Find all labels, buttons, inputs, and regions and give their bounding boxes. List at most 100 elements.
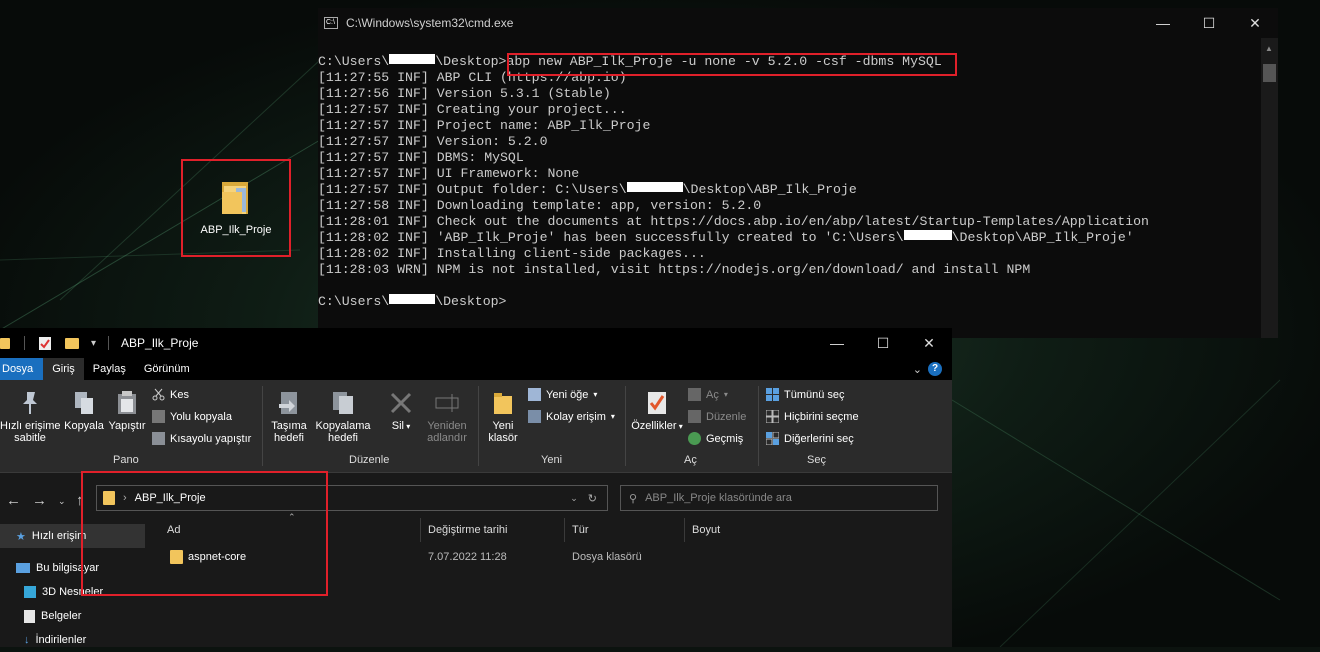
nav-item-quick-access[interactable]: ★ Hızlı erişim [0, 524, 145, 548]
column-separator[interactable] [684, 518, 685, 542]
select-all-icon [766, 388, 779, 401]
easy-access-button[interactable]: Kolay erişim ▾ [528, 410, 615, 423]
paste-shortcut-icon [152, 432, 165, 445]
cmd-maximize-button[interactable]: ☐ [1186, 8, 1232, 38]
column-separator[interactable] [420, 518, 421, 542]
explorer-window[interactable]: ▾ ABP_Ilk_Proje — ☐ ✕ Dosya Giriş Paylaş… [0, 328, 952, 647]
delete-button[interactable]: Sil ▾ [384, 390, 418, 433]
column-header-date[interactable]: Değiştirme tarihi [428, 524, 507, 536]
select-none-button[interactable]: Hiçbirini seçme [765, 409, 859, 424]
redacted-username [389, 54, 436, 64]
scissors-icon [152, 388, 165, 401]
paste-shortcut-button[interactable]: Kısayolu yapıştır [152, 432, 251, 445]
customize-toolbar-icon[interactable]: ▾ [91, 338, 96, 349]
copy-button[interactable]: Kopyala [62, 390, 106, 432]
cmd-console-output[interactable]: C:\Users\ \Desktop>abp new ABP_Ilk_Proje … [318, 38, 1278, 310]
copy-to-button[interactable]: Kopyalama hedefi [314, 390, 372, 444]
address-row: ← → ⌄ ↑ › ABP_Ilk_Proje ⌄ ↻ ⚲ ABP_Ilk_Pr… [0, 480, 952, 518]
redacted-username [903, 230, 952, 240]
help-icon[interactable]: ? [926, 358, 952, 380]
delete-x-icon [389, 390, 413, 416]
ribbon-separator [758, 386, 759, 466]
pin-icon [19, 390, 41, 416]
tab-paylas[interactable]: Paylaş [84, 358, 135, 380]
new-folder-icon [492, 390, 514, 416]
nav-item-documents[interactable]: Belgeler [0, 604, 145, 628]
copy-path-label: Yolu kopyala [170, 410, 232, 423]
new-folder-icon[interactable] [65, 337, 79, 349]
properties-icon[interactable] [39, 336, 51, 350]
tab-gorunum[interactable]: Görünüm [135, 358, 199, 380]
select-all-button[interactable]: Tümünü seç [766, 388, 845, 401]
row-date: 7.07.2022 11:28 [428, 551, 507, 563]
explorer-minimize-button[interactable]: — [814, 328, 860, 358]
folder-icon [0, 337, 10, 349]
nav-item-label: İndirilenler [35, 634, 87, 646]
nav-item-downloads[interactable]: ↓ İndirilenler [0, 628, 145, 652]
cmd-minimize-button[interactable]: — [1140, 8, 1186, 38]
tab-dosya[interactable]: Dosya [0, 358, 44, 380]
back-arrow-icon[interactable]: ← [6, 492, 21, 509]
quick-access-toolbar: ▾ ABP_Ilk_Proje [0, 336, 198, 350]
cmd-scrollbar-thumb[interactable] [1263, 64, 1276, 82]
up-arrow-icon[interactable]: ↑ [76, 492, 84, 509]
cmd-window[interactable]: C:\ C:\Windows\system32\cmd.exe — ☐ ✕ C:… [318, 8, 1278, 338]
column-separator[interactable] [564, 518, 565, 542]
move-to-button[interactable]: Taşıma hedefi [266, 390, 312, 444]
edit-button[interactable]: Düzenle [688, 410, 746, 423]
explorer-titlebar[interactable]: ▾ ABP_Ilk_Proje — ☐ ✕ [0, 328, 952, 358]
ribbon-collapse-icon[interactable]: ⌄ [909, 358, 926, 380]
ribbon-tabs: Dosya Giriş Paylaş Görünüm ⌄ ? [0, 358, 952, 380]
scroll-up-icon[interactable]: ▲ [1265, 44, 1273, 53]
sort-ascending-icon: ⌃ [288, 512, 296, 522]
paste-label: Yapıştır [108, 420, 146, 432]
nav-item-label: Bu bilgisayar [36, 562, 99, 574]
cmd-titlebar[interactable]: C:\ C:\Windows\system32\cmd.exe — ☐ ✕ [318, 8, 1278, 38]
properties-button[interactable]: Özellikler ▾ [630, 390, 684, 433]
history-button[interactable]: Geçmiş [688, 432, 743, 445]
delete-label: Sil [391, 420, 404, 432]
column-header-size[interactable]: Boyut [692, 524, 720, 536]
tab-giris[interactable]: Giriş [43, 358, 84, 380]
nav-item-label: 3D Nesneler [42, 586, 104, 598]
log-line-warning: [11:28:03 WRN] NPM is not installed, vis… [318, 262, 1031, 277]
edit-icon [688, 410, 701, 423]
explorer-maximize-button[interactable]: ☐ [860, 328, 906, 358]
computer-icon [16, 563, 30, 573]
nav-item-label: Hızlı erişim [31, 530, 87, 542]
log-line-created-pre: [11:28:02 INF] 'ABP_Ilk_Proje' has been … [318, 230, 904, 245]
table-row[interactable]: aspnet-core 7.07.2022 11:28 Dosya klasör… [150, 546, 850, 568]
invert-selection-button[interactable]: Diğerlerini seç [765, 431, 854, 446]
copy-path-button[interactable]: Yolu kopyala [152, 410, 232, 423]
rename-button[interactable]: Yeniden adlandır [422, 390, 472, 444]
open-button[interactable]: Aç ▾ [688, 388, 728, 401]
explorer-close-button[interactable]: ✕ [906, 328, 952, 358]
new-item-button[interactable]: Yeni öğe ▾ [528, 388, 597, 401]
navigation-pane: ★ Hızlı erişim Bu bilgisayar 3D Nesneler … [0, 518, 145, 647]
log-line: [11:27:58 INF] Downloading template: app… [318, 198, 762, 213]
redacted-username [389, 294, 436, 304]
address-bar[interactable]: › ABP_Ilk_Proje ⌄ ↻ [96, 485, 608, 511]
nav-item-3d-objects[interactable]: 3D Nesneler [0, 580, 145, 604]
column-header-name[interactable]: Ad [167, 524, 180, 536]
nav-item-this-pc[interactable]: Bu bilgisayar [0, 556, 145, 580]
paste-icon [116, 390, 138, 416]
refresh-icon[interactable]: ↻ [588, 492, 597, 505]
new-folder-label: Yeni klasör [488, 420, 518, 444]
desktop-folder-abp-ilk-proje[interactable]: ABP_Ilk_Proje [188, 168, 284, 236]
pin-quick-access-button[interactable]: Hızlı erişime sabitle [0, 390, 61, 444]
paste-button[interactable]: Yapıştır [106, 390, 148, 432]
address-dropdown-icon[interactable]: ⌄ [570, 493, 578, 504]
cut-button[interactable]: Kes [152, 388, 189, 401]
column-header-type[interactable]: Tür [572, 524, 589, 536]
new-folder-button[interactable]: Yeni klasör [484, 390, 522, 444]
recent-locations-icon[interactable]: ⌄ [58, 496, 66, 507]
search-box[interactable]: ⚲ ABP_Ilk_Proje klasöründe ara [620, 485, 938, 511]
select-all-label: Tümünü seç [784, 388, 845, 401]
log-line: [11:28:01 INF] Check out the documents a… [318, 214, 1149, 229]
cmd-scrollbar[interactable]: ▲ [1261, 38, 1278, 338]
copy-to-icon [331, 390, 355, 416]
ribbon: Hızlı erişime sabitle Kopyala Yapıştır K… [0, 380, 952, 473]
forward-arrow-icon[interactable]: → [32, 492, 47, 509]
cmd-close-button[interactable]: ✕ [1232, 8, 1278, 38]
